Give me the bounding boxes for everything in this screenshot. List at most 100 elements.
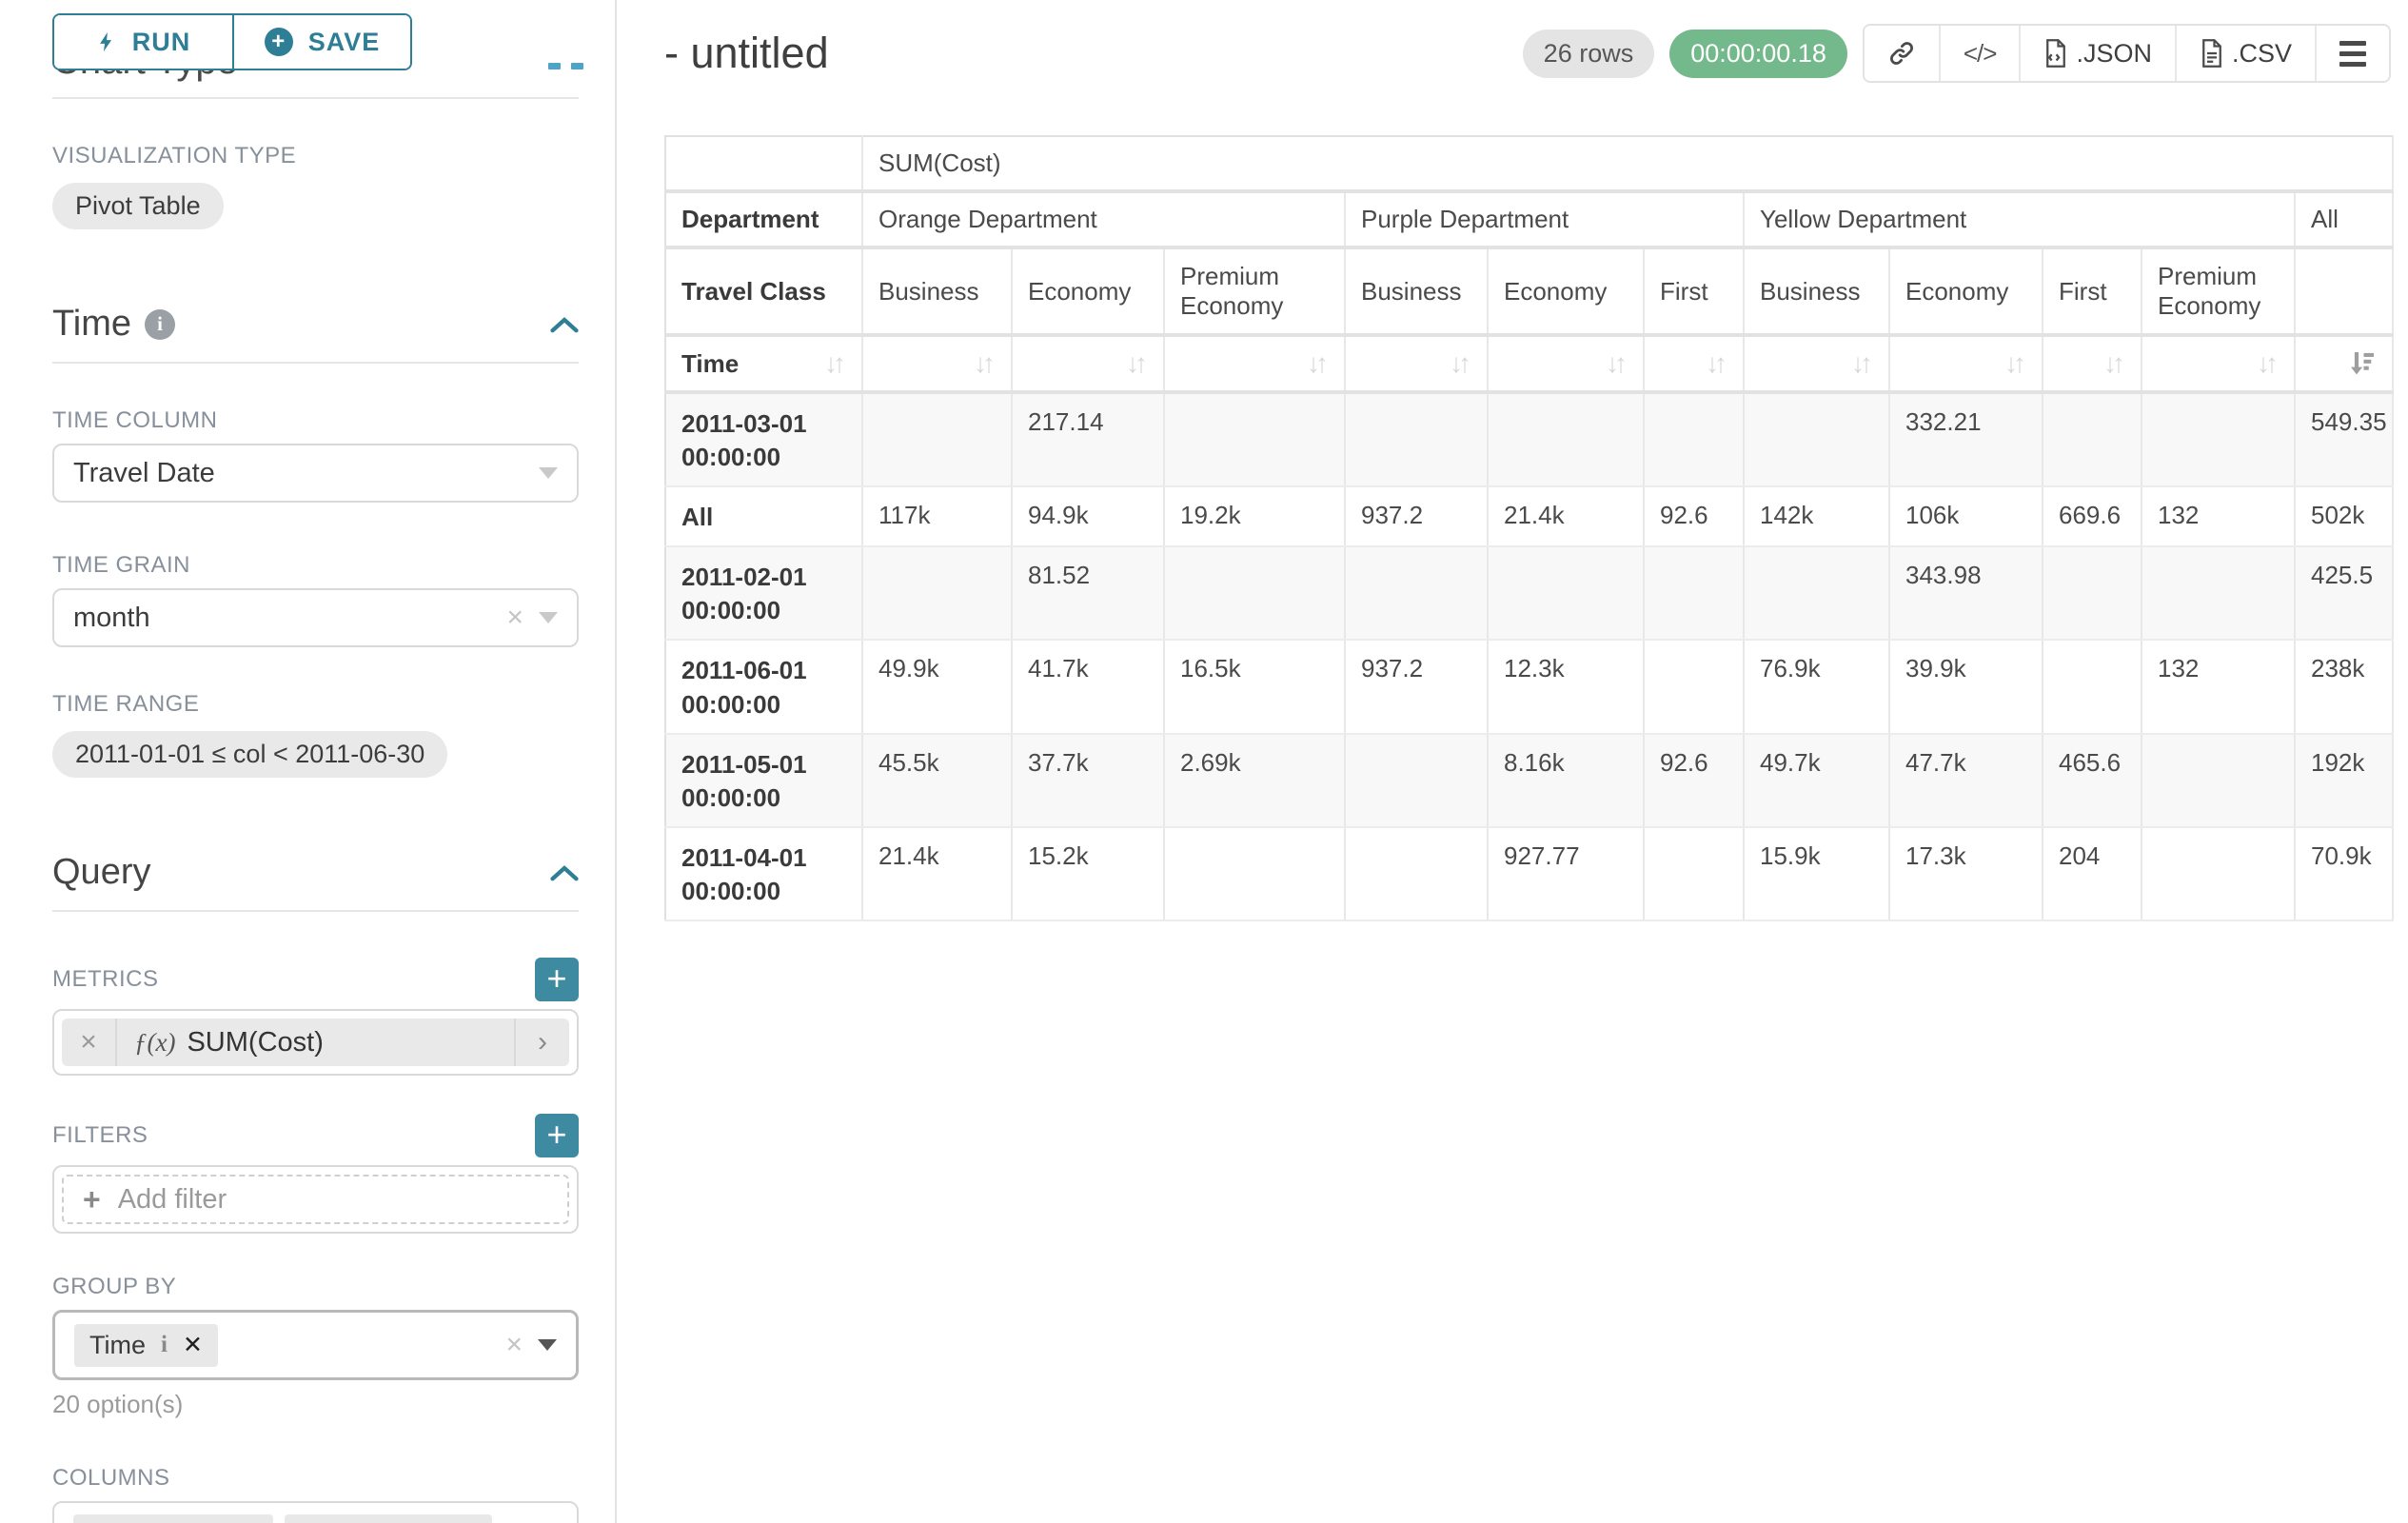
sort-icon[interactable]: ↓↑ <box>1606 348 1628 379</box>
value-cell <box>1644 827 1744 920</box>
function-icon: ƒ(x) <box>134 1028 175 1058</box>
sort-icon[interactable]: ↓↑ <box>1307 348 1329 379</box>
chart-header: - untitled 26 rows 00:00:00.18 </> <box>664 0 2408 107</box>
add-filter-button[interactable]: + Add filter <box>62 1175 569 1224</box>
value-cell: 16.5k <box>1164 640 1345 733</box>
chart-title[interactable]: - untitled <box>664 29 829 78</box>
query-section-header[interactable]: Query <box>52 852 579 893</box>
sidebar-scroll-content: Chart Type VISUALIZATION TYPE Pivot Tabl… <box>0 42 615 1523</box>
value-cell: 192k <box>2295 734 2393 827</box>
sort-header-cell[interactable] <box>2295 335 2393 392</box>
table-row: 2011-02-01 00:00:0081.52343.98425.5 <box>665 546 2393 640</box>
value-cell: 76.9k <box>1744 640 1889 733</box>
view-query-button[interactable]: </> <box>1939 26 2020 81</box>
sort-header-cell[interactable]: Time↓↑ <box>665 335 862 392</box>
info-icon: i <box>161 1332 168 1358</box>
sort-header-cell[interactable]: ↓↑ <box>1644 335 1744 392</box>
value-cell: 117k <box>862 486 1012 546</box>
link-icon <box>1887 39 1916 68</box>
sort-icon[interactable]: ↓↑ <box>1450 348 1471 379</box>
metric-control: × ƒ(x) SUM(Cost) › <box>52 1009 579 1076</box>
value-cell: 204 <box>2043 827 2142 920</box>
sort-icon[interactable]: ↓↑ <box>1126 348 1148 379</box>
save-button-label: SAVE <box>308 28 381 57</box>
value-cell <box>2142 827 2295 920</box>
export-csv-button[interactable]: .CSV <box>2175 26 2315 81</box>
value-cell <box>2043 546 2142 640</box>
share-link-button[interactable] <box>1865 26 1939 81</box>
visualization-type-value[interactable]: Pivot Table <box>52 183 224 229</box>
sort-icon[interactable]: ↓↑ <box>1706 348 1727 379</box>
value-cell <box>2142 734 2295 827</box>
add-filter-plus-button[interactable]: + <box>535 1114 579 1157</box>
value-cell: 15.9k <box>1744 827 1889 920</box>
value-cell: 70.9k <box>2295 827 2393 920</box>
table-row: 2011-06-01 00:00:0049.9k41.7k16.5k937.21… <box>665 640 2393 733</box>
visualization-type-label: VISUALIZATION TYPE <box>52 143 579 169</box>
value-cell <box>1744 546 1889 640</box>
remove-metric-icon[interactable]: × <box>62 1019 117 1066</box>
export-json-label: .JSON <box>2076 39 2152 69</box>
table-row: All117k94.9k19.2k937.221.4k92.6142k106k6… <box>665 486 2393 546</box>
sort-header-cell[interactable]: ↓↑ <box>1345 335 1488 392</box>
sort-header-cell[interactable]: ↓↑ <box>1744 335 1889 392</box>
sort-header-cell[interactable]: ↓↑ <box>862 335 1012 392</box>
run-button[interactable]: RUN <box>54 15 232 69</box>
row-label: All <box>665 486 862 546</box>
clear-icon[interactable]: × <box>506 603 523 632</box>
column-group-header: Yellow Department <box>1744 191 2295 247</box>
sort-header-cell[interactable]: ↓↑ <box>1012 335 1164 392</box>
value-cell <box>2043 392 2142 486</box>
sort-icon[interactable]: ↓↑ <box>1851 348 1873 379</box>
sort-icon[interactable]: ↓↑ <box>824 348 846 379</box>
value-cell: 92.6 <box>1644 734 1744 827</box>
sort-header-cell[interactable]: ↓↑ <box>1164 335 1345 392</box>
value-cell: 12.3k <box>1488 640 1644 733</box>
sort-header-cell[interactable]: ↓↑ <box>2043 335 2142 392</box>
travel-class-header: First <box>2043 247 2142 335</box>
filters-control: + Add filter <box>52 1165 579 1234</box>
travel-class-header: Economy <box>1488 247 1644 335</box>
metric-pill[interactable]: × ƒ(x) SUM(Cost) › <box>62 1019 569 1066</box>
section-divider <box>52 910 579 912</box>
value-cell: 2.69k <box>1164 734 1345 827</box>
sort-header-cell[interactable]: ↓↑ <box>2142 335 2295 392</box>
value-cell: 132 <box>2142 486 2295 546</box>
time-column-select[interactable]: Travel Date <box>52 444 579 503</box>
clear-icon[interactable]: × <box>505 1331 523 1359</box>
chevron-up-icon[interactable] <box>550 864 579 881</box>
chevron-right-icon[interactable]: › <box>514 1019 569 1066</box>
columns-tag-department[interactable]: Department ✕ <box>73 1514 273 1523</box>
run-save-button-group: RUN + SAVE <box>52 13 412 70</box>
group-by-tag-time[interactable]: Time i ✕ <box>74 1324 218 1367</box>
time-range-value[interactable]: 2011-01-01 ≤ col < 2011-06-30 <box>52 731 447 778</box>
value-cell <box>1644 640 1744 733</box>
value-cell <box>1164 827 1345 920</box>
sort-icon[interactable]: ↓↑ <box>2257 348 2279 379</box>
value-cell <box>1488 392 1644 486</box>
filters-label: FILTERS <box>52 1122 148 1149</box>
chevron-up-icon[interactable] <box>550 316 579 333</box>
pivot-table: SUM(Cost)DepartmentOrange DepartmentPurp… <box>664 135 2394 921</box>
sort-header-cell[interactable]: ↓↑ <box>1488 335 1644 392</box>
sort-icon[interactable]: ↓↑ <box>2103 348 2125 379</box>
export-json-button[interactable]: .JSON <box>2019 26 2175 81</box>
metric-header: SUM(Cost) <box>862 136 2393 191</box>
time-section-header[interactable]: Time i <box>52 304 579 345</box>
sort-header-cell[interactable]: ↓↑ <box>1889 335 2043 392</box>
table-row: 2011-04-01 00:00:0021.4k15.2k927.7715.9k… <box>665 827 2393 920</box>
more-options-button[interactable] <box>2315 26 2389 81</box>
value-cell: 132 <box>2142 640 2295 733</box>
value-cell: 94.9k <box>1012 486 1164 546</box>
time-grain-select[interactable]: month × <box>52 588 579 647</box>
file-icon <box>2043 39 2068 68</box>
add-metric-button[interactable]: + <box>535 958 579 1001</box>
columns-select[interactable]: Department ✕ Travel Class ✕ × <box>52 1501 579 1523</box>
remove-tag-icon[interactable]: ✕ <box>183 1334 203 1357</box>
sort-icon[interactable]: ↓↑ <box>2004 348 2026 379</box>
group-by-select[interactable]: Time i ✕ × <box>52 1310 579 1380</box>
save-button[interactable]: + SAVE <box>232 15 410 69</box>
time-column-value: Travel Date <box>73 458 523 489</box>
sort-icon[interactable]: ↓↑ <box>974 348 996 379</box>
columns-tag-travel-class[interactable]: Travel Class ✕ <box>285 1514 492 1523</box>
